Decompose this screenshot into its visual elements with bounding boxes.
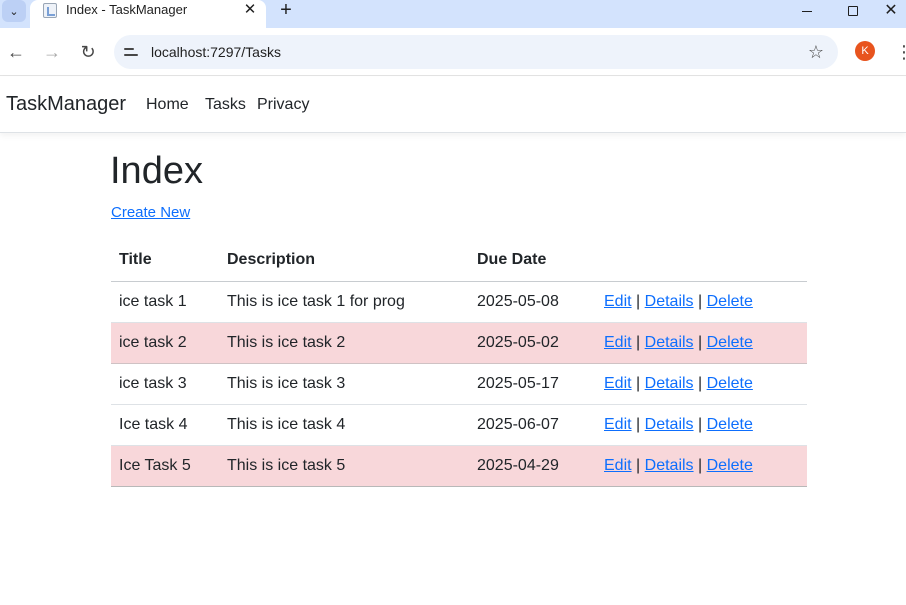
action-separator: |: [636, 415, 641, 433]
tasks-table-body: ice task 1 This is ice task 1 for prog 2…: [111, 281, 807, 487]
details-link[interactable]: Details: [645, 416, 694, 433]
address-bar[interactable]: localhost:7297/Tasks ☆: [114, 35, 838, 69]
task-description-cell: This is ice task 2: [219, 322, 469, 364]
nav-link-tasks[interactable]: Tasks: [205, 96, 246, 114]
back-arrow-icon[interactable]: ←: [4, 40, 28, 64]
task-actions-cell: Edit | Details | Delete: [596, 281, 807, 323]
task-title-cell: Ice task 4: [111, 404, 219, 446]
window-close-button[interactable]: ✕: [876, 0, 906, 22]
action-separator: |: [698, 456, 703, 474]
edit-link[interactable]: Edit: [604, 416, 632, 433]
task-title-cell: ice task 3: [111, 363, 219, 405]
window-maximize-button[interactable]: [830, 0, 876, 22]
details-link[interactable]: Details: [645, 375, 694, 392]
table-row: ice task 3 This is ice task 3 2025-05-17…: [111, 363, 807, 405]
task-description-cell: This is ice task 4: [219, 404, 469, 446]
tab-title: Index - TaskManager: [66, 2, 188, 17]
task-due-date-cell: 2025-05-02: [469, 322, 596, 364]
action-separator: |: [698, 415, 703, 433]
delete-link[interactable]: Delete: [707, 293, 753, 310]
action-separator: |: [636, 333, 641, 351]
navbar-brand[interactable]: TaskManager: [6, 93, 126, 116]
minimize-icon: [802, 10, 812, 12]
window-minimize-button[interactable]: [784, 0, 830, 22]
column-header-description: Description: [219, 240, 469, 282]
task-actions-cell: Edit | Details | Delete: [596, 445, 807, 487]
action-separator: |: [698, 333, 703, 351]
task-actions-cell: Edit | Details | Delete: [596, 322, 807, 364]
action-separator: |: [698, 292, 703, 310]
site-info-icon[interactable]: [122, 42, 142, 62]
edit-link[interactable]: Edit: [604, 293, 632, 310]
task-title-cell: ice task 1: [111, 281, 219, 323]
task-description-cell: This is ice task 5: [219, 445, 469, 487]
details-link[interactable]: Details: [645, 293, 694, 310]
table-row: ice task 2 This is ice task 2 2025-05-02…: [111, 322, 807, 364]
forward-arrow-icon[interactable]: →: [40, 40, 64, 64]
delete-link[interactable]: Delete: [707, 416, 753, 433]
task-description-cell: This is ice task 3: [219, 363, 469, 405]
maximize-icon: [848, 6, 858, 16]
task-actions-cell: Edit | Details | Delete: [596, 404, 807, 446]
table-row: Ice task 4 This is ice task 4 2025-06-07…: [111, 404, 807, 446]
column-header-due-date: Due Date: [469, 240, 596, 282]
action-separator: |: [636, 292, 641, 310]
edit-link[interactable]: Edit: [604, 457, 632, 474]
bookmark-star-icon[interactable]: ☆: [808, 40, 824, 64]
browser-menu-kebab-icon[interactable]: ⋮: [895, 40, 906, 64]
site-navbar: TaskManager Home Tasks Privacy: [0, 77, 906, 133]
delete-link[interactable]: Delete: [707, 334, 753, 351]
nav-link-home[interactable]: Home: [146, 96, 189, 114]
browser-tab-active[interactable]: Index - TaskManager ✕: [30, 0, 266, 28]
task-due-date-cell: 2025-05-08: [469, 281, 596, 323]
column-header-title: Title: [111, 240, 219, 282]
tasks-table: Title Description Due Date ice task 1 Th…: [111, 240, 807, 487]
task-due-date-cell: 2025-04-29: [469, 445, 596, 487]
task-title-cell: Ice Task 5: [111, 445, 219, 487]
url-text[interactable]: localhost:7297/Tasks: [151, 44, 281, 60]
table-header-row: Title Description Due Date: [111, 240, 807, 282]
site-info-bar: [124, 48, 134, 50]
edit-link[interactable]: Edit: [604, 334, 632, 351]
task-due-date-cell: 2025-05-17: [469, 363, 596, 405]
nav-link-privacy[interactable]: Privacy: [257, 96, 309, 114]
task-due-date-cell: 2025-06-07: [469, 404, 596, 446]
site-info-bar: [124, 54, 138, 56]
page-title: Index: [110, 150, 203, 192]
profile-avatar[interactable]: K: [855, 41, 875, 61]
create-new-link[interactable]: Create New: [111, 204, 190, 221]
tab-search-chevron-icon[interactable]: ⌄: [2, 0, 26, 22]
browser-toolbar: ← → ↻ localhost:7297/Tasks ☆ K ⋮: [0, 28, 906, 76]
action-separator: |: [636, 456, 641, 474]
task-description-cell: This is ice task 1 for prog: [219, 281, 469, 323]
page-favicon-icon: [43, 3, 57, 18]
task-actions-cell: Edit | Details | Delete: [596, 363, 807, 405]
table-row: ice task 1 This is ice task 1 for prog 2…: [111, 281, 807, 323]
task-title-cell: ice task 2: [111, 322, 219, 364]
column-header-actions: [596, 240, 807, 282]
close-icon: ✕: [884, 2, 898, 19]
tab-close-icon[interactable]: ✕: [240, 0, 260, 20]
edit-link[interactable]: Edit: [604, 375, 632, 392]
delete-link[interactable]: Delete: [707, 375, 753, 392]
delete-link[interactable]: Delete: [707, 457, 753, 474]
details-link[interactable]: Details: [645, 334, 694, 351]
browser-tabstrip: ⌄ Index - TaskManager ✕ + ✕: [0, 0, 906, 28]
table-row: Ice Task 5 This is ice task 5 2025-04-29…: [111, 445, 807, 487]
reload-icon[interactable]: ↻: [76, 40, 100, 64]
new-tab-plus-icon[interactable]: +: [274, 0, 298, 21]
action-separator: |: [636, 374, 641, 392]
action-separator: |: [698, 374, 703, 392]
details-link[interactable]: Details: [645, 457, 694, 474]
